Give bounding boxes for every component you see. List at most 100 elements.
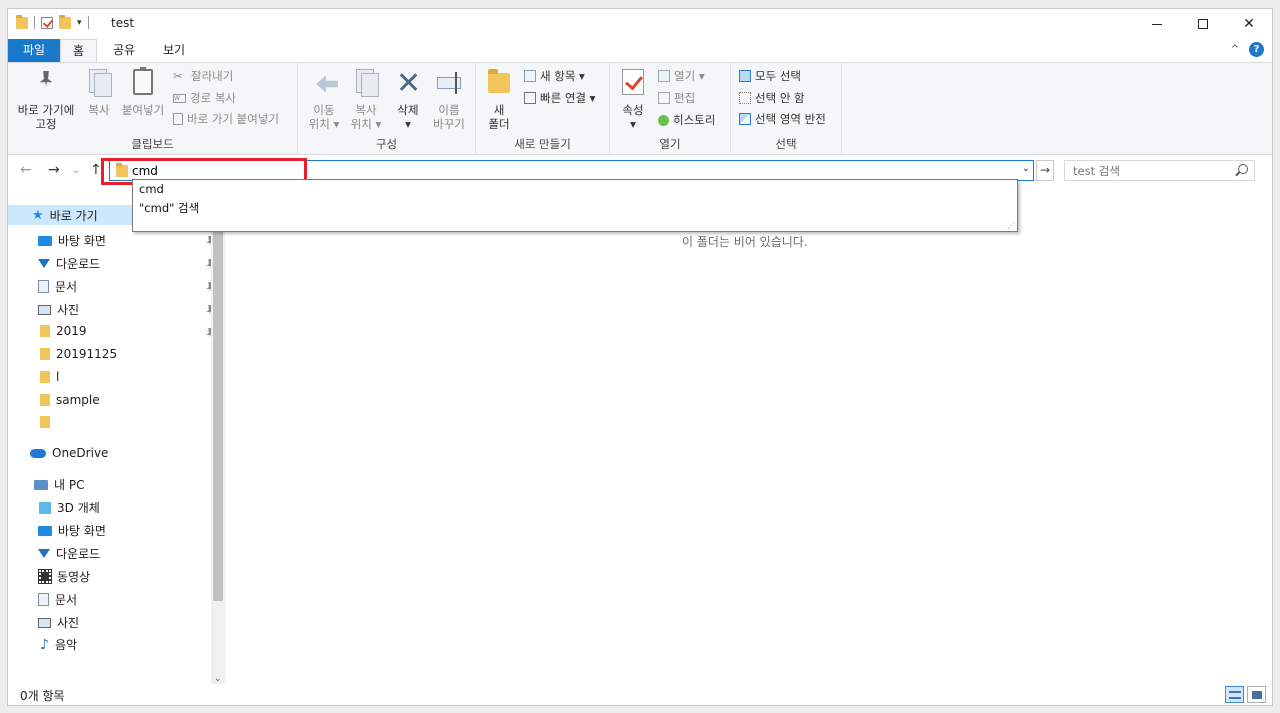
copy-path-button[interactable]: W 경로 복사 [173,90,236,106]
ribbon-options: ^ ? [1231,42,1264,57]
picture-icon [38,304,51,315]
easy-access-label: 빠른 연결 ▾ [540,91,596,105]
nav-item-documents[interactable]: 문서 [38,278,77,295]
folder-icon [40,394,50,406]
properties-button[interactable]: 속성 ▾ [616,67,650,131]
open-group-label: 열기 [659,137,681,151]
paste-button[interactable]: 붙여넣기 [120,67,166,117]
nav-item-pc-pictures[interactable]: 사진 [38,614,79,631]
scroll-down-icon[interactable]: ⌄ [214,674,222,684]
back-arrow-icon[interactable]: ← [20,162,32,178]
nav-item-folder-20191125[interactable]: 20191125 [40,347,117,361]
open-button[interactable]: 열기 ▾ [658,68,705,84]
easy-access-button[interactable]: 빠른 연결 ▾ [524,90,595,106]
paste-shortcut-label: 바로 가기 붙여넣기 [187,112,279,126]
new-group-label: 새로 만들기 [514,137,571,151]
select-none-label: 선택 안 함 [755,91,805,105]
open-label: 열기 ▾ [674,69,705,83]
maximize-button[interactable] [1180,9,1226,39]
cloud-icon [30,448,46,458]
download-icon [38,549,50,558]
nav-onedrive[interactable]: OneDrive [30,446,108,460]
nav-item-pc-documents[interactable]: 문서 [38,591,77,608]
nav-item-pc-downloads[interactable]: 다운로드 [38,545,100,562]
star-icon: ★ [32,207,44,223]
minimize-icon [1152,23,1162,25]
delete-button[interactable]: ✕ 삭제 ▾ [390,67,426,132]
nav-item-label: 사진 [57,303,80,317]
move-to-button[interactable]: 이동 위치 ▾ [304,67,344,131]
invert-selection-button[interactable]: 선택 영역 반전 [739,111,826,127]
folder-icon [40,371,50,383]
select-none-button[interactable]: 선택 안 함 [739,90,805,106]
document-icon [38,593,49,606]
pin-label: 바로 가기에 고정 [17,103,75,131]
address-bar[interactable]: ⌄ [109,160,1034,181]
music-note-icon: ♪ [40,636,49,653]
new-item-label: 새 항목 ▾ [540,69,585,83]
up-arrow-icon[interactable]: ↑ [90,162,102,178]
nav-item-pictures[interactable]: 사진 [38,301,79,318]
nav-item-videos[interactable]: 동영상 [38,568,90,585]
new-folder-icon [483,67,515,99]
help-icon[interactable]: ? [1249,42,1264,57]
tab-view[interactable]: 보기 [154,39,194,62]
details-view-button[interactable] [1225,686,1244,703]
edit-button[interactable]: 편집 [658,90,695,106]
nav-item-3d-objects[interactable]: 3D 개체 [39,499,100,516]
tab-share[interactable]: 공유 [104,39,144,62]
resize-grip-icon[interactable]: ⋰ [1007,221,1015,230]
path-icon: W [173,93,186,103]
tab-file[interactable]: 파일 [8,39,60,62]
search-box[interactable] [1064,160,1255,181]
tab-home[interactable]: 홈 [60,39,97,62]
new-folder-icon[interactable] [59,14,71,29]
autocomplete-search-item[interactable]: "cmd" 검색 [139,200,199,216]
properties-icon[interactable] [41,16,53,29]
rename-button[interactable]: 이름 바꾸기 [428,67,470,131]
edit-label: 편집 [674,91,696,105]
search-icon[interactable] [1238,164,1248,174]
document-icon [38,280,49,293]
nav-item-pc-desktop[interactable]: 바탕 화면 [38,522,106,539]
collapse-ribbon-icon[interactable]: ^ [1231,44,1239,55]
file-list-area[interactable]: 이 폴더는 비어 있습니다. [225,187,1272,684]
autocomplete-item[interactable]: cmd [139,182,164,196]
paste-shortcut-button[interactable]: 바로 가기 붙여넣기 [173,111,279,127]
forward-arrow-icon[interactable]: → [48,162,60,178]
window-title: test [111,16,135,30]
nav-item-folder-2019[interactable]: 2019 [40,324,87,338]
minimize-button[interactable] [1134,9,1180,39]
nav-item-desktop[interactable]: 바탕 화면 [38,232,106,249]
new-item-button[interactable]: 새 항목 ▾ [524,68,585,84]
empty-folder-message: 이 폴더는 비어 있습니다. [682,235,808,249]
close-button[interactable]: ✕ [1226,9,1272,39]
select-all-button[interactable]: 모두 선택 [739,68,801,84]
title-bar: ▾ test ✕ [8,9,1272,39]
scrollbar-thumb[interactable] [213,199,223,601]
nav-item-folder-l[interactable]: l [40,370,59,384]
nav-item-folder-sample[interactable]: sample [40,393,100,407]
recent-locations-chevron-icon[interactable]: ⌄ [72,165,80,176]
ribbon: 바로 가기에 고정 복사 붙여넣기 ✂ 잘라내기 W 경로 복사 바로 가기 붙… [8,62,1272,155]
nav-this-pc[interactable]: 내 PC [34,476,84,493]
customize-toolbar-dropdown-icon[interactable]: ▾ [77,18,82,28]
copy-icon [83,67,115,99]
copy-to-button[interactable]: 복사 위치 ▾ [346,67,386,131]
new-folder-button[interactable]: 새 폴더 [482,67,516,131]
search-input[interactable] [1073,163,1223,179]
cut-button[interactable]: ✂ 잘라내기 [173,68,233,84]
go-arrow-icon[interactable]: → [1036,160,1054,181]
open-group: 속성 ▾ 열기 ▾ 편집 히스토리 열기 [610,63,731,155]
nav-item-folder-unnamed[interactable] [40,416,56,428]
address-dropdown-icon[interactable]: ⌄ [1022,163,1030,174]
select-group-label: 선택 [775,137,797,151]
copy-button[interactable]: 복사 [80,67,118,117]
address-input[interactable] [132,162,1002,179]
nav-item-music[interactable]: ♪ 음악 [40,636,77,653]
nav-pane-scrollbar[interactable]: ⌄ [211,199,225,684]
history-button[interactable]: 히스토리 [658,112,715,128]
large-icons-view-button[interactable] [1247,686,1266,703]
pin-quick-access-button[interactable]: 바로 가기에 고정 [14,67,78,131]
nav-item-downloads[interactable]: 다운로드 [38,255,100,272]
